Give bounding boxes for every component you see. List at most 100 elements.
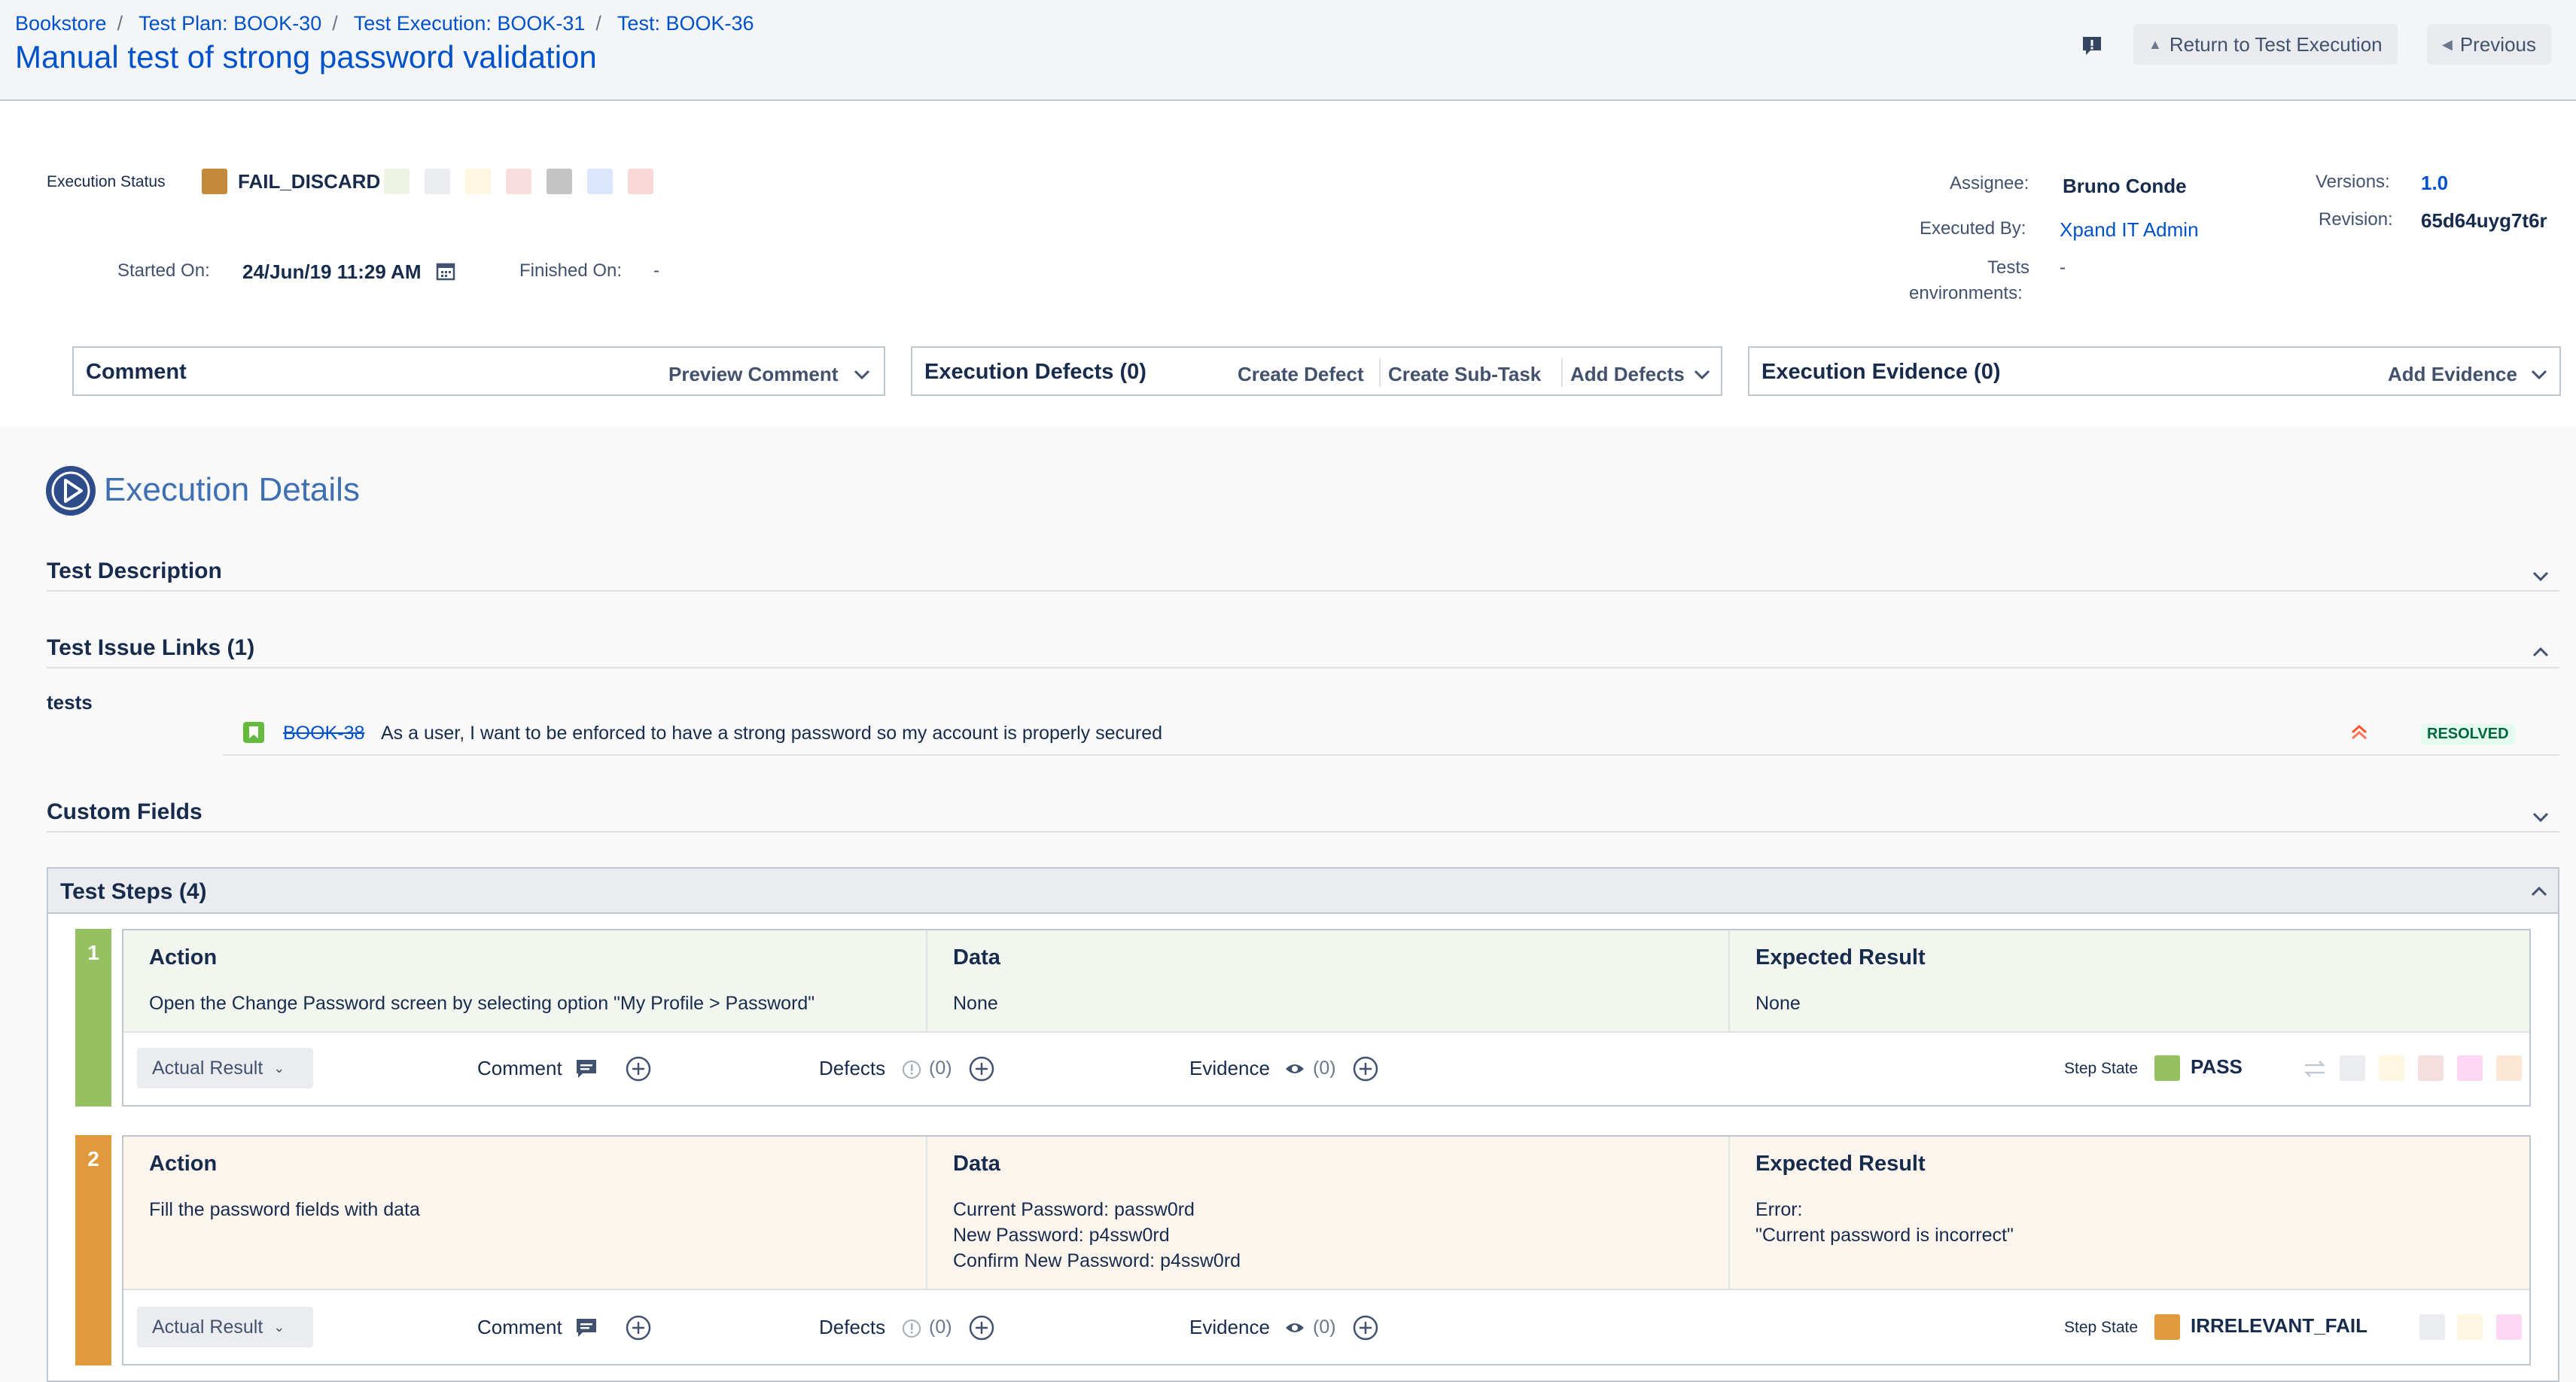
chevron-down-icon[interactable]: [1692, 364, 1712, 384]
step-defects-label: Defects: [819, 1057, 886, 1079]
add-comment-icon[interactable]: [625, 1055, 652, 1082]
step-data-column: Data Current Password: passw0rd New Pass…: [927, 1137, 1730, 1289]
step-defects-label: Defects: [819, 1316, 886, 1338]
status-option-swatch[interactable]: [628, 169, 653, 194]
step-expected-column: Expected Result None: [1730, 930, 2529, 1031]
swap-icon[interactable]: [2302, 1058, 2328, 1079]
step-state-option[interactable]: [2418, 1055, 2444, 1081]
step-state-option[interactable]: [2419, 1314, 2445, 1340]
step-comment-label: Comment: [477, 1057, 562, 1079]
step-defects-count: (0): [929, 1317, 952, 1338]
started-on-value: 24/Jun/19 11:29 AM: [242, 260, 422, 283]
chevron-up-icon[interactable]: [2529, 882, 2549, 902]
calendar-icon[interactable]: [435, 260, 456, 282]
breadcrumb-test[interactable]: Test: BOOK-36: [617, 12, 754, 35]
step-state-option[interactable]: [2496, 1314, 2522, 1340]
add-comment-icon[interactable]: [625, 1314, 652, 1341]
breadcrumb-test-plan[interactable]: Test Plan: BOOK-30: [139, 12, 321, 35]
chevron-down-icon[interactable]: [2531, 566, 2550, 586]
status-option-swatch[interactable]: [587, 169, 613, 194]
play-circle-icon: [46, 466, 96, 516]
step-state-value: PASS: [2191, 1055, 2243, 1078]
chevron-down-icon[interactable]: [852, 364, 872, 384]
add-defects-button[interactable]: Add Defects: [1570, 363, 1685, 386]
test-steps-header[interactable]: Test Steps (4): [48, 869, 2558, 914]
status-option-swatch[interactable]: [425, 169, 450, 194]
feedback-icon[interactable]: [2081, 35, 2103, 57]
add-defect-icon[interactable]: [968, 1314, 995, 1341]
status-option-swatch[interactable]: [465, 169, 491, 194]
return-to-test-execution-button[interactable]: ▲ Return to Test Execution: [2133, 24, 2398, 65]
step-state-option[interactable]: [2457, 1314, 2483, 1340]
versions-label: Versions:: [2316, 172, 2390, 192]
comment-icon[interactable]: [575, 1058, 598, 1079]
test-step-card: Action Fill the password fields with dat…: [122, 1135, 2531, 1365]
return-button-label: Return to Test Execution: [2169, 32, 2383, 56]
step-data-text: None: [953, 993, 998, 1014]
create-sub-task-button[interactable]: Create Sub-Task: [1388, 363, 1541, 386]
info-icon: [903, 1061, 921, 1079]
step-state-label: Step State: [2064, 1060, 2139, 1077]
add-defect-icon[interactable]: [968, 1055, 995, 1082]
page-title: Manual test of strong password validatio…: [15, 39, 597, 75]
assignee-value[interactable]: Bruno Conde: [2063, 175, 2187, 198]
page-header: Bookstore / Test Plan: BOOK-30/ Test Exec…: [0, 0, 2576, 101]
test-issue-links-title[interactable]: Test Issue Links (1): [47, 635, 254, 661]
step-state-option[interactable]: [2457, 1055, 2483, 1081]
step-state-option[interactable]: [2496, 1055, 2522, 1081]
status-option-swatch[interactable]: [547, 169, 572, 194]
expected-result-header: Expected Result: [1755, 945, 1926, 970]
step-action-column: Action Fill the password fields with dat…: [123, 1137, 927, 1289]
chevron-up-icon[interactable]: [2531, 643, 2550, 662]
step-data-line: Confirm New Password: p4ssw0rd: [953, 1250, 1241, 1271]
executed-by-label: Executed By:: [1920, 218, 2026, 239]
actual-result-label: Actual Result: [152, 1057, 263, 1079]
arrow-left-icon: ◀: [2442, 36, 2453, 52]
comment-icon[interactable]: [575, 1317, 598, 1338]
step-expected-line: "Current password is incorrect": [1755, 1225, 2014, 1246]
actual-result-toggle[interactable]: Actual Result ⌄: [137, 1307, 313, 1347]
executed-by-value[interactable]: Xpand IT Admin: [2060, 218, 2199, 242]
breadcrumb-project[interactable]: Bookstore: [15, 12, 107, 35]
step-expected-column: Expected Result Error: "Current password…: [1730, 1137, 2529, 1289]
chevron-down-icon[interactable]: [2531, 807, 2550, 826]
status-option-swatch[interactable]: [506, 169, 531, 194]
preview-comment-button[interactable]: Preview Comment: [668, 363, 838, 386]
versions-value[interactable]: 1.0: [2421, 172, 2448, 195]
chevron-down-icon[interactable]: [2529, 364, 2549, 384]
step-evidence-count: (0): [1313, 1058, 1336, 1079]
execution-defects-title: Execution Defects (0): [924, 360, 1146, 384]
step-state-option[interactable]: [2379, 1055, 2404, 1081]
create-defect-button[interactable]: Create Defect: [1238, 363, 1364, 386]
finished-on-label: Finished On:: [519, 260, 623, 281]
step-footer: Actual Result ⌄ Comment Defects (0) Evid…: [123, 1289, 2529, 1364]
test-steps-title: Test Steps (4): [60, 879, 207, 904]
step-state-label: Step State: [2064, 1319, 2139, 1336]
step-footer: Actual Result ⌄ Comment Defects (0) Evid…: [123, 1031, 2529, 1105]
add-evidence-button[interactable]: Add Evidence: [2388, 363, 2517, 386]
linked-issue-status-badge: RESOLVED: [2421, 724, 2515, 744]
add-evidence-icon[interactable]: [1352, 1314, 1379, 1341]
execution-details-title: Execution Details: [104, 471, 360, 508]
linked-issue-summary[interactable]: As a user, I want to be enforced to have…: [381, 723, 1162, 744]
double-chevron-down-icon: ⌄: [273, 1319, 285, 1335]
test-description-title[interactable]: Test Description: [47, 559, 222, 584]
tests-environments-label-2: environments:: [1909, 283, 2023, 303]
breadcrumb-test-execution[interactable]: Test Execution: BOOK-31: [354, 12, 586, 35]
tests-environments-value: -: [2060, 257, 2066, 278]
linked-issue-key[interactable]: BOOK-38: [283, 723, 364, 744]
custom-fields-title[interactable]: Custom Fields: [47, 799, 202, 825]
eye-icon: [1286, 1323, 1304, 1332]
test-step-card: Action Open the Change Password screen b…: [122, 929, 2531, 1107]
step-state-option[interactable]: [2340, 1055, 2365, 1081]
status-option-swatch[interactable]: [384, 169, 410, 194]
add-evidence-icon[interactable]: [1352, 1055, 1379, 1082]
previous-button[interactable]: ◀ Previous: [2427, 24, 2551, 65]
step-evidence-label: Evidence: [1189, 1057, 1270, 1079]
step-data-line: New Password: p4ssw0rd: [953, 1225, 1170, 1246]
actual-result-toggle[interactable]: Actual Result ⌄: [137, 1048, 313, 1088]
step-expected-line: Error:: [1755, 1199, 1803, 1220]
step-data-line: Current Password: passw0rd: [953, 1199, 1195, 1220]
step-data-column: Data None: [927, 930, 1730, 1031]
data-header: Data: [953, 1152, 1000, 1176]
